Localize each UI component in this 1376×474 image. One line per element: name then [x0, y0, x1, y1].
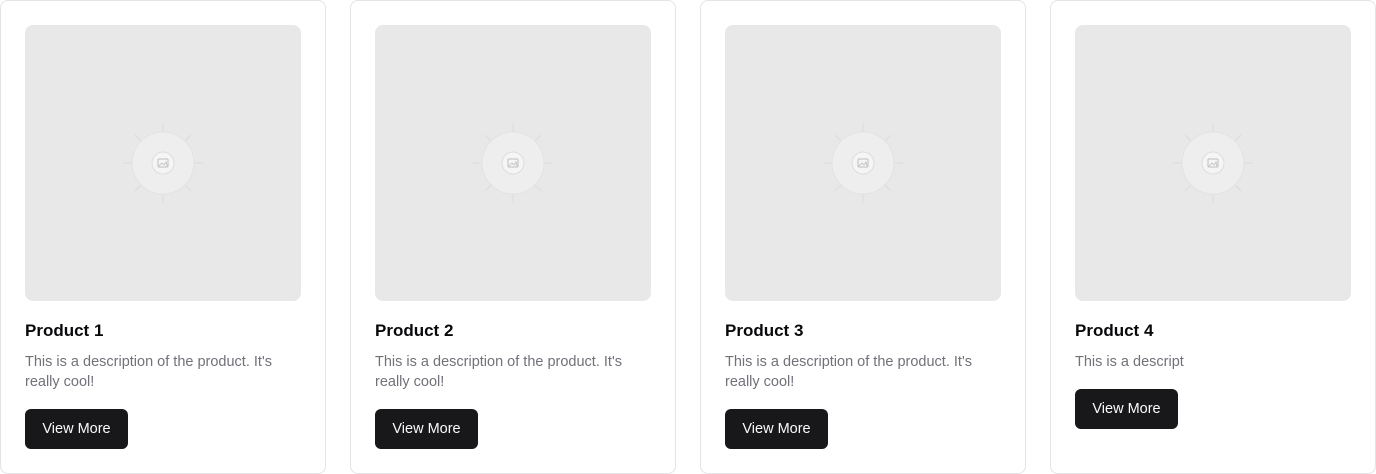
product-card: Product 3 This is a description of the p…: [700, 0, 1026, 474]
product-description: This is a descript: [1075, 354, 1184, 370]
product-card: Product 2 This is a description of the p…: [350, 0, 676, 474]
product-title: Product 2: [375, 321, 454, 340]
product-image-placeholder: [375, 25, 651, 301]
product-title: Product 3: [725, 321, 804, 340]
product-description: This is a description of the product. It…: [725, 354, 972, 390]
image-placeholder-icon: [473, 123, 553, 203]
view-more-button[interactable]: View More: [1075, 389, 1178, 429]
product-card: Product 1 This is a description of the p…: [0, 0, 326, 474]
product-image-placeholder: [25, 25, 301, 301]
view-more-button[interactable]: View More: [725, 409, 828, 449]
image-placeholder-icon: [1173, 123, 1253, 203]
image-placeholder-icon: [123, 123, 203, 203]
product-card: Product 4 This is a descript View More: [1050, 0, 1376, 474]
product-title: Product 4: [1075, 321, 1154, 340]
product-description: This is a description of the product. It…: [375, 354, 622, 390]
view-more-button[interactable]: View More: [25, 409, 128, 449]
product-image-placeholder: [725, 25, 1001, 301]
product-image-placeholder: [1075, 25, 1351, 301]
product-grid: Product 1 This is a description of the p…: [0, 0, 1376, 474]
view-more-button[interactable]: View More: [375, 409, 478, 449]
product-description: This is a description of the product. It…: [25, 354, 272, 390]
image-placeholder-icon: [823, 123, 903, 203]
product-title: Product 1: [25, 321, 104, 340]
